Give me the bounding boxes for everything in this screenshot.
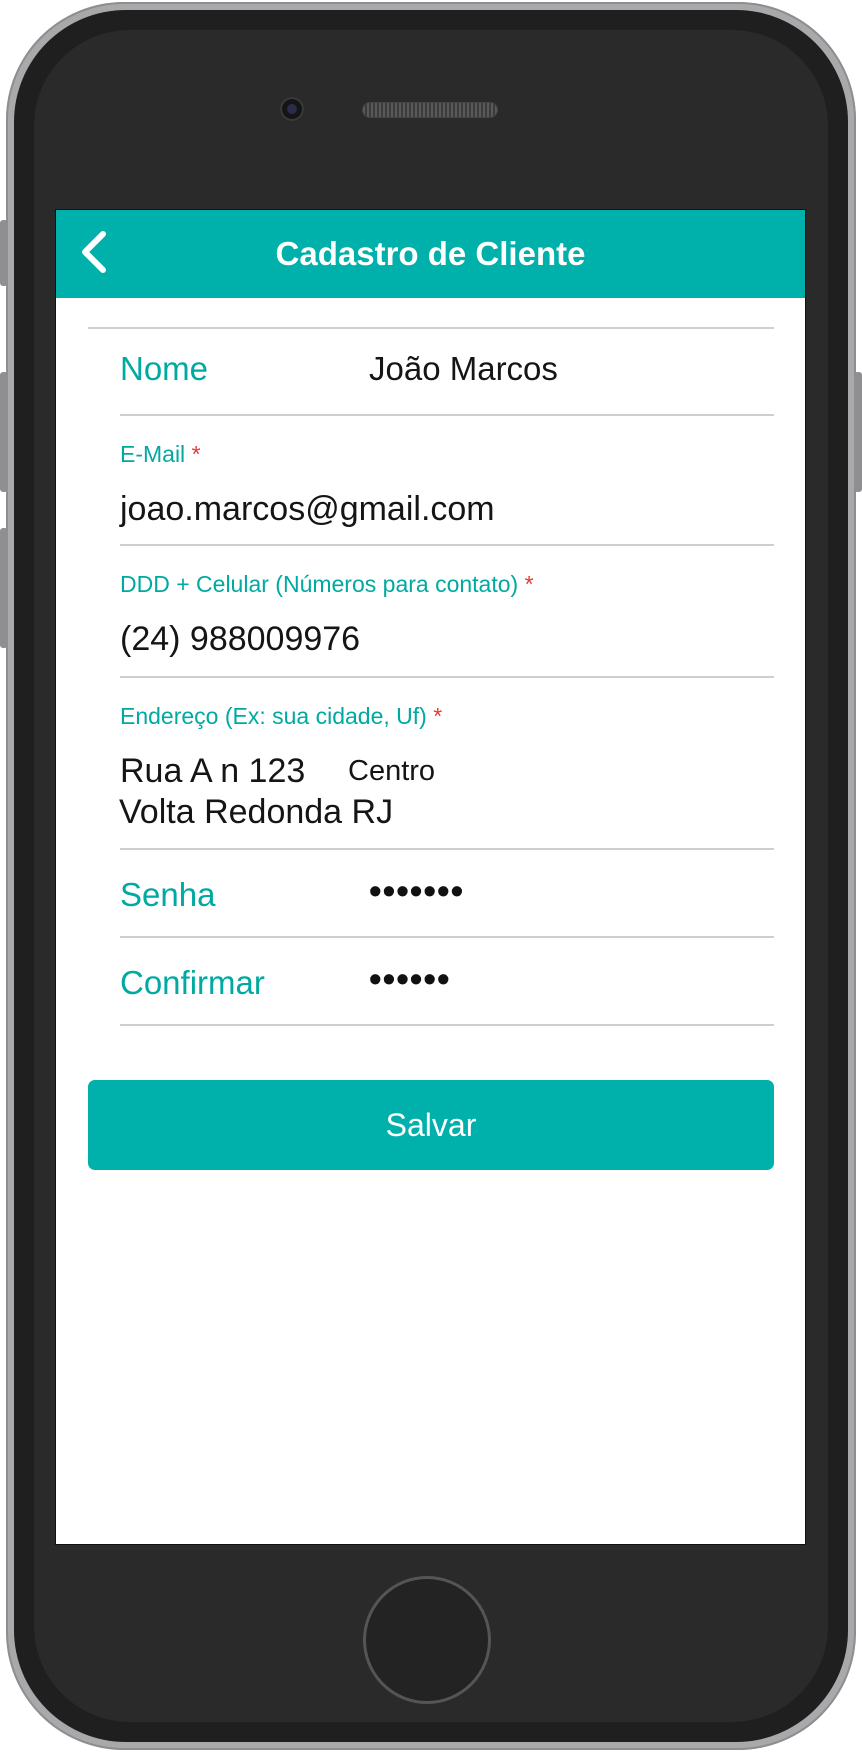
nome-underline bbox=[120, 414, 774, 416]
email-label-text: E-Mail bbox=[120, 441, 186, 467]
endereco-label: Endereço (Ex: sua cidade, Uf) * bbox=[120, 703, 442, 730]
senha-input[interactable]: ••••••• bbox=[369, 870, 464, 912]
side-button-volume-down bbox=[0, 528, 8, 648]
email-underline bbox=[120, 544, 774, 546]
celular-input[interactable]: (24) 988009976 bbox=[120, 620, 360, 659]
save-button[interactable]: Salvar bbox=[88, 1080, 774, 1170]
page-title: Cadastro de Cliente bbox=[275, 235, 586, 272]
endereco-underline bbox=[120, 848, 774, 850]
required-mark: * bbox=[433, 703, 443, 729]
endereco-line1[interactable]: Rua A n 123 bbox=[120, 752, 305, 791]
confirmar-input[interactable]: •••••• bbox=[369, 958, 451, 1000]
nome-label: Nome bbox=[120, 350, 209, 387]
nome-input[interactable]: João Marcos bbox=[369, 350, 558, 388]
app-screen: Cadastro de Cliente Nome João Marcos E-M… bbox=[55, 209, 806, 1545]
senha-label: Senha bbox=[120, 876, 216, 913]
endereco-label-text: Endereço (Ex: sua cidade, Uf) bbox=[120, 703, 427, 729]
endereco-line2[interactable]: Volta Redonda RJ bbox=[119, 793, 393, 832]
celular-label-text: DDD + Celular (Números para contato) bbox=[120, 571, 519, 597]
side-button-mute bbox=[0, 220, 8, 286]
senha-underline bbox=[120, 936, 774, 938]
celular-label: DDD + Celular (Números para contato) * bbox=[120, 571, 534, 598]
confirmar-underline bbox=[120, 1024, 774, 1026]
required-mark: * bbox=[524, 571, 534, 597]
side-button-power bbox=[854, 372, 862, 492]
front-camera-icon bbox=[280, 97, 304, 121]
celular-underline bbox=[120, 676, 774, 678]
email-label: E-Mail * bbox=[120, 441, 201, 468]
home-button[interactable] bbox=[363, 1576, 491, 1704]
endereco-line1-extra[interactable]: Centro bbox=[348, 755, 435, 788]
required-mark: * bbox=[191, 441, 201, 467]
app-bar: Cadastro de Cliente bbox=[56, 210, 805, 298]
email-input[interactable]: joao.marcos@gmail.com bbox=[120, 490, 495, 529]
top-divider bbox=[88, 327, 774, 329]
side-button-volume-up bbox=[0, 372, 8, 492]
confirmar-label: Confirmar bbox=[120, 964, 265, 1001]
speaker-grille bbox=[363, 103, 497, 117]
